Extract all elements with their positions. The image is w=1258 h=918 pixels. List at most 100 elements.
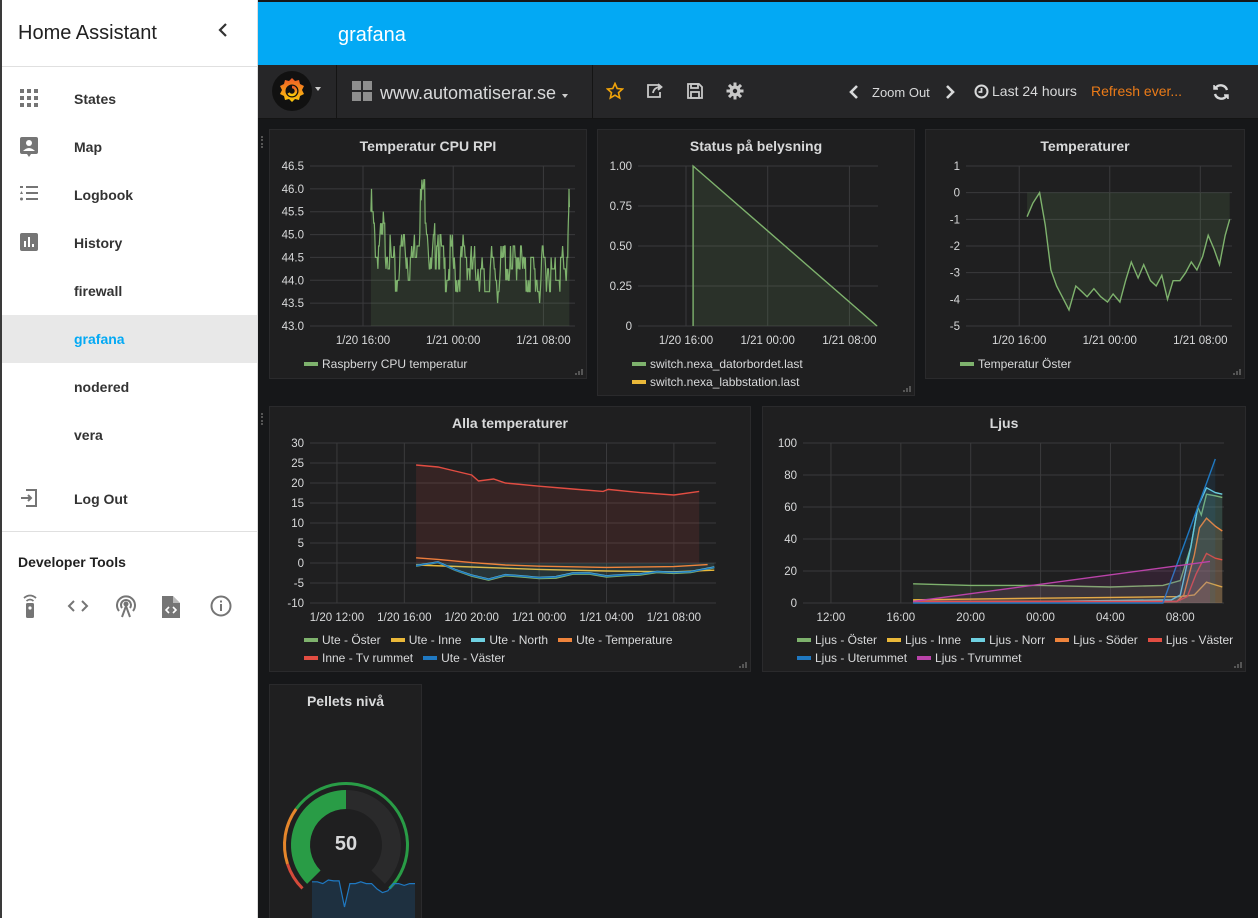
y-tick-label: 40 bbox=[784, 534, 797, 546]
zoom-out-button[interactable]: Zoom Out bbox=[872, 85, 930, 100]
resize-handle[interactable] bbox=[739, 662, 747, 668]
access-point-icon[interactable] bbox=[115, 594, 162, 618]
sidebar-item-states[interactable]: States bbox=[2, 75, 257, 123]
panel-ljus[interactable]: Ljus 100 80 60 40 20 0 12:00 16:00 20:00 00:00 04:… bbox=[762, 406, 1246, 672]
format-list-icon bbox=[20, 185, 40, 205]
code-tags-icon[interactable] bbox=[67, 594, 114, 618]
y-tick-label: -5 bbox=[294, 578, 304, 590]
series-area-4 bbox=[416, 465, 700, 563]
legend-item[interactable]: Raspberry CPU temperatur bbox=[304, 357, 467, 371]
legend: Raspberry CPU temperatur bbox=[304, 357, 467, 371]
legend-item[interactable]: Ute - Öster bbox=[304, 633, 381, 647]
x-tick-label: 1/21 00:00 bbox=[1083, 335, 1137, 347]
x-tick-label: 12:00 bbox=[817, 612, 846, 624]
dashboard-picker[interactable]: www.automatiserar.se bbox=[352, 81, 569, 106]
y-tick-label: 0 bbox=[298, 558, 304, 570]
legend-item[interactable]: switch.nexa_datorbordet.last bbox=[632, 357, 803, 371]
gauge-value: 50 bbox=[335, 833, 357, 855]
caret-down-icon[interactable] bbox=[315, 87, 321, 91]
x-tick-label: 1/20 16:00 bbox=[377, 612, 431, 624]
legend-item[interactable]: Ljus - Inne bbox=[887, 633, 961, 647]
dashboard: Temperatur CPU RPI 46.5 46.0 45.5 45.0 44.5 4… bbox=[258, 119, 1258, 918]
x-tick-label: 1/21 08:00 bbox=[516, 335, 570, 347]
poll-box-icon bbox=[20, 233, 40, 253]
remote-icon[interactable] bbox=[20, 594, 67, 618]
apps-grid-icon bbox=[20, 89, 40, 109]
legend-item[interactable]: Ute - Väster bbox=[423, 651, 505, 665]
caret-down-icon bbox=[562, 93, 569, 98]
gear-icon[interactable] bbox=[726, 82, 746, 102]
panel-pellets-niva[interactable]: Pellets nivå 50 bbox=[269, 684, 422, 918]
legend-label: switch.nexa_labbstation.last bbox=[650, 375, 800, 389]
sidebar-item-logout[interactable]: Log Out bbox=[2, 475, 257, 523]
legend-swatch bbox=[558, 638, 573, 642]
legend-item[interactable]: Temperatur Öster bbox=[960, 357, 1071, 371]
refresh-icon[interactable] bbox=[1212, 83, 1232, 103]
star-icon[interactable] bbox=[605, 81, 626, 102]
legend-item[interactable]: Ljus - Söder bbox=[1055, 633, 1138, 647]
y-tick-label: 20 bbox=[784, 566, 797, 578]
legend-swatch bbox=[1055, 638, 1070, 642]
drag-handle[interactable] bbox=[261, 136, 265, 148]
legend-item[interactable]: Inne - Tv rummet bbox=[304, 651, 413, 665]
sidebar-item-logbook[interactable]: Logbook bbox=[2, 171, 257, 219]
legend-swatch bbox=[632, 362, 646, 366]
legend-swatch bbox=[632, 380, 646, 384]
x-tick-label: 1/21 00:00 bbox=[741, 335, 795, 347]
y-tick-label: 44.0 bbox=[282, 275, 304, 287]
legend-item[interactable]: Ljus - Väster bbox=[1147, 633, 1233, 647]
grafana-navbar: www.automatiserar.se Zoom Out Last 24 ho… bbox=[258, 65, 1258, 119]
sidebar-item-grafana[interactable]: grafana bbox=[2, 315, 257, 363]
y-tick-label: 43.5 bbox=[282, 298, 304, 310]
resize-handle[interactable] bbox=[1233, 369, 1241, 375]
legend-item[interactable]: Ute - Temperature bbox=[558, 633, 673, 647]
x-tick-label: 1/20 20:00 bbox=[445, 612, 499, 624]
legend-label: Raspberry CPU temperatur bbox=[322, 357, 468, 371]
chevron-left-icon[interactable] bbox=[848, 84, 868, 104]
legend-item[interactable]: Ljus - Norr bbox=[971, 633, 1045, 647]
x-tick-label: 1/21 00:00 bbox=[426, 335, 480, 347]
share-icon[interactable] bbox=[646, 82, 666, 102]
legend-label: switch.nexa_datorbordet.last bbox=[650, 357, 803, 371]
resize-handle[interactable] bbox=[575, 369, 583, 375]
legend: switch.nexa_datorbordet.last switch.nexa_… bbox=[632, 357, 803, 389]
sidebar: Home Assistant States Map Logbook Histor… bbox=[0, 0, 258, 918]
sidebar-item-map[interactable]: Map bbox=[2, 123, 257, 171]
drag-handle[interactable] bbox=[261, 413, 265, 425]
resize-handle[interactable] bbox=[903, 386, 911, 392]
account-location-icon bbox=[20, 137, 40, 157]
legend-item[interactable]: Ljus - Uterummet bbox=[797, 651, 907, 665]
legend-swatch bbox=[304, 362, 318, 366]
sidebar-item-label: History bbox=[74, 235, 123, 251]
refresh-interval-picker[interactable]: Refresh ever... bbox=[1091, 83, 1182, 99]
chevron-left-icon[interactable] bbox=[217, 22, 229, 43]
legend-item[interactable]: Ljus - Tvrummet bbox=[917, 651, 1022, 665]
y-tick-label: 15 bbox=[291, 498, 304, 510]
legend-item[interactable]: switch.nexa_labbstation.last bbox=[632, 375, 803, 389]
panel-temperatur-cpu-rpi[interactable]: Temperatur CPU RPI 46.5 46.0 45.5 45.0 44.5 4… bbox=[261, 129, 587, 379]
sidebar-item-firewall[interactable]: firewall bbox=[2, 267, 257, 315]
y-tick-label: -2 bbox=[950, 241, 960, 253]
y-tick-label: 45.5 bbox=[282, 207, 304, 219]
y-tick-label: 20 bbox=[291, 478, 304, 490]
sidebar-item-history[interactable]: History bbox=[2, 219, 257, 267]
series-area-0 bbox=[1027, 192, 1230, 310]
y-tick-label: 1 bbox=[954, 161, 960, 173]
panel-temperaturer[interactable]: Temperaturer 1 0 -1 -2 -3 -4 -5 1/20 16:00 1/21 … bbox=[925, 129, 1245, 379]
sidebar-item-vera[interactable]: vera bbox=[2, 411, 257, 459]
file-xml-icon[interactable] bbox=[162, 594, 209, 618]
save-icon[interactable] bbox=[686, 82, 706, 102]
information-outline-icon[interactable] bbox=[210, 594, 257, 618]
sparkline-area bbox=[312, 880, 415, 918]
chevron-right-icon[interactable] bbox=[944, 84, 964, 104]
legend-item[interactable]: Ute - Inne bbox=[390, 633, 461, 647]
resize-handle[interactable] bbox=[1234, 662, 1242, 668]
legend-item[interactable]: Ute - North bbox=[471, 633, 548, 647]
grafana-logo-icon[interactable] bbox=[272, 71, 312, 111]
panel-alla-temperaturer[interactable]: Alla temperaturer 30 25 20 15 10 5 0 -5 -10 1/20 … bbox=[261, 406, 751, 672]
sidebar-item-nodered[interactable]: nodered bbox=[2, 363, 257, 411]
panel-status-pa-belysning[interactable]: Status på belysning 1.00 0.75 0.50 0.25 0 1/2… bbox=[597, 129, 915, 396]
time-range-picker[interactable]: Last 24 hours bbox=[992, 83, 1077, 99]
legend-item[interactable]: Ljus - Öster bbox=[797, 633, 877, 647]
legend: Ute - Öster Ute - Inne Ute - North Ute - Te… bbox=[304, 633, 744, 665]
